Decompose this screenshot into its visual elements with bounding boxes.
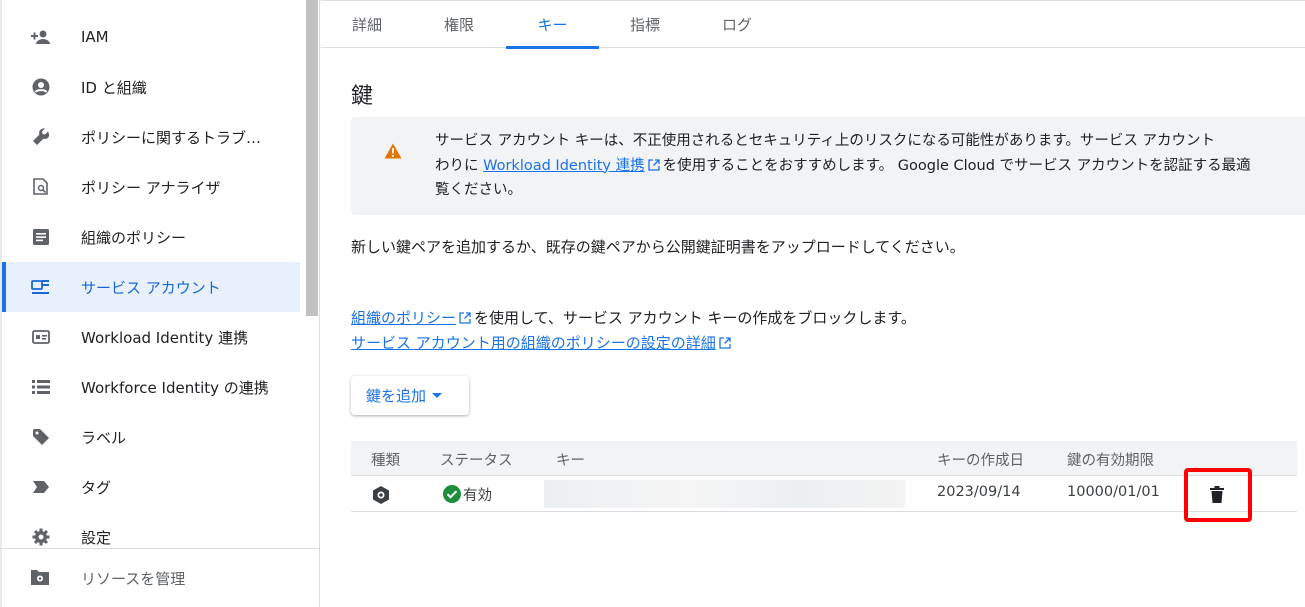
folder-settings-icon <box>30 568 52 590</box>
sidebar-item-label: 組織のポリシー <box>81 228 187 247</box>
sidebar-item-analyzer[interactable]: ポリシー アナライザ <box>2 162 300 212</box>
add-person-icon <box>30 26 52 48</box>
tab-permissions[interactable]: 権限 <box>433 1 485 48</box>
column-header-status: ステータス <box>440 453 513 469</box>
external-link-icon <box>647 158 660 171</box>
sidebar-item-workload-identity[interactable]: Workload Identity 連携 <box>2 312 300 362</box>
key-type-icon <box>371 485 391 509</box>
wrench-icon <box>30 126 52 148</box>
trash-icon <box>1210 485 1224 503</box>
table-header: 種類 ステータス キー キーの作成日 鍵の有効期限 <box>351 441 1297 476</box>
sidebar: IAM ID と組織 ポリシーに関するトラブ… ポリシー アナライザ 組織のポリ… <box>0 0 320 607</box>
key-status: 有効 <box>443 484 492 505</box>
column-header-expires: 鍵の有効期限 <box>1067 453 1154 469</box>
tab-keys[interactable]: キー <box>506 1 599 49</box>
main-content: 鍵 サービス アカウント キーは、不正使用されるとセキュリティ上のリスクになる可… <box>321 48 1305 607</box>
sidebar-item-workforce-identity[interactable]: Workforce Identity の連携 <box>2 362 300 412</box>
tab-metrics[interactable]: 指標 <box>619 1 671 48</box>
org-policy-link[interactable]: 組織のポリシー <box>351 309 456 327</box>
sidebar-item-iam[interactable]: IAM <box>2 12 300 62</box>
column-header-key: キー <box>556 453 585 469</box>
key-created-date: 2023/09/14 <box>937 484 1021 500</box>
sidebar-item-label: ポリシー アナライザ <box>81 178 221 197</box>
page-title: 鍵 <box>351 84 374 109</box>
column-header-created: キーの作成日 <box>937 453 1024 469</box>
key-id-redacted <box>544 480 905 508</box>
sidebar-item-labels[interactable]: ラベル <box>2 412 300 462</box>
service-account-icon <box>30 276 52 298</box>
external-link-icon <box>719 337 731 349</box>
article-icon <box>30 226 52 248</box>
sidebar-item-label: タグ <box>81 478 112 497</box>
add-key-button[interactable]: 鍵を追加 <box>351 376 469 415</box>
manage-resources-label: リソースを管理 <box>81 570 186 588</box>
table-row: 有効 2023/09/14 10000/01/01 <box>351 476 1297 512</box>
label-icon <box>30 426 52 448</box>
workload-identity-link[interactable]: Workload Identity 連携 <box>483 158 645 174</box>
sidebar-item-service-accounts[interactable]: サービス アカウント <box>2 262 300 312</box>
account-circle-icon <box>30 76 52 98</box>
tab-details[interactable]: 詳細 <box>341 1 393 48</box>
warning-text: サービス アカウント キーは、不正使用されるとセキュリティ上のリスクになる可能性… <box>435 133 1251 198</box>
sidebar-item-label: Workforce Identity の連携 <box>81 378 269 397</box>
sidebar-item-org-policies[interactable]: 組織のポリシー <box>2 212 300 262</box>
warning-banner: サービス アカウント キーは、不正使用されるとセキュリティ上のリスクになる可能性… <box>351 117 1305 215</box>
tag-icon <box>30 476 52 498</box>
chevron-down-icon <box>432 393 443 398</box>
warning-icon <box>384 143 402 163</box>
sidebar-item-label: ポリシーに関するトラブ… <box>81 128 262 147</box>
tab-bar: 詳細 権限 キー 指標 ログ <box>321 0 1305 49</box>
column-header-type: 種類 <box>371 453 400 469</box>
id-card-icon <box>30 326 52 348</box>
sidebar-item-label: ラベル <box>81 428 127 447</box>
external-link-icon <box>459 312 471 324</box>
description-text: 新しい鍵ペアを追加するか、既存の鍵ペアから公開鍵証明書をアップロードしてください… <box>351 238 965 256</box>
document-search-icon <box>30 176 52 198</box>
sidebar-item-label: 設定 <box>81 528 112 547</box>
app: IAM ID と組織 ポリシーに関するトラブ… ポリシー アナライザ 組織のポリ… <box>0 0 1305 607</box>
policy-info: 組織のポリシー を使用して、サービス アカウント キーの作成をブロックします。 サ… <box>351 309 916 352</box>
delete-key-button[interactable] <box>1204 481 1230 507</box>
sidebar-scrollbar[interactable] <box>306 0 318 316</box>
check-circle-icon <box>443 485 461 503</box>
sidebar-item-label: IAM <box>81 28 109 46</box>
sidebar-item-label: ID と組織 <box>81 78 147 97</box>
sidebar-item-troubleshooter[interactable]: ポリシーに関するトラブ… <box>2 112 300 162</box>
policy-details-link[interactable]: サービス アカウント用の組織のポリシーの設定の詳細 <box>351 334 716 352</box>
manage-resources-link[interactable]: リソースを管理 <box>0 548 320 607</box>
tab-logs[interactable]: ログ <box>711 1 763 48</box>
key-expiry-date: 10000/01/01 <box>1067 484 1160 500</box>
sidebar-item-identity[interactable]: ID と組織 <box>2 62 300 112</box>
list-icon <box>30 376 52 398</box>
sidebar-item-label: サービス アカウント <box>81 278 221 297</box>
sidebar-item-tags[interactable]: タグ <box>2 462 300 512</box>
sidebar-item-label: Workload Identity 連携 <box>81 328 249 347</box>
gear-icon <box>30 526 52 548</box>
